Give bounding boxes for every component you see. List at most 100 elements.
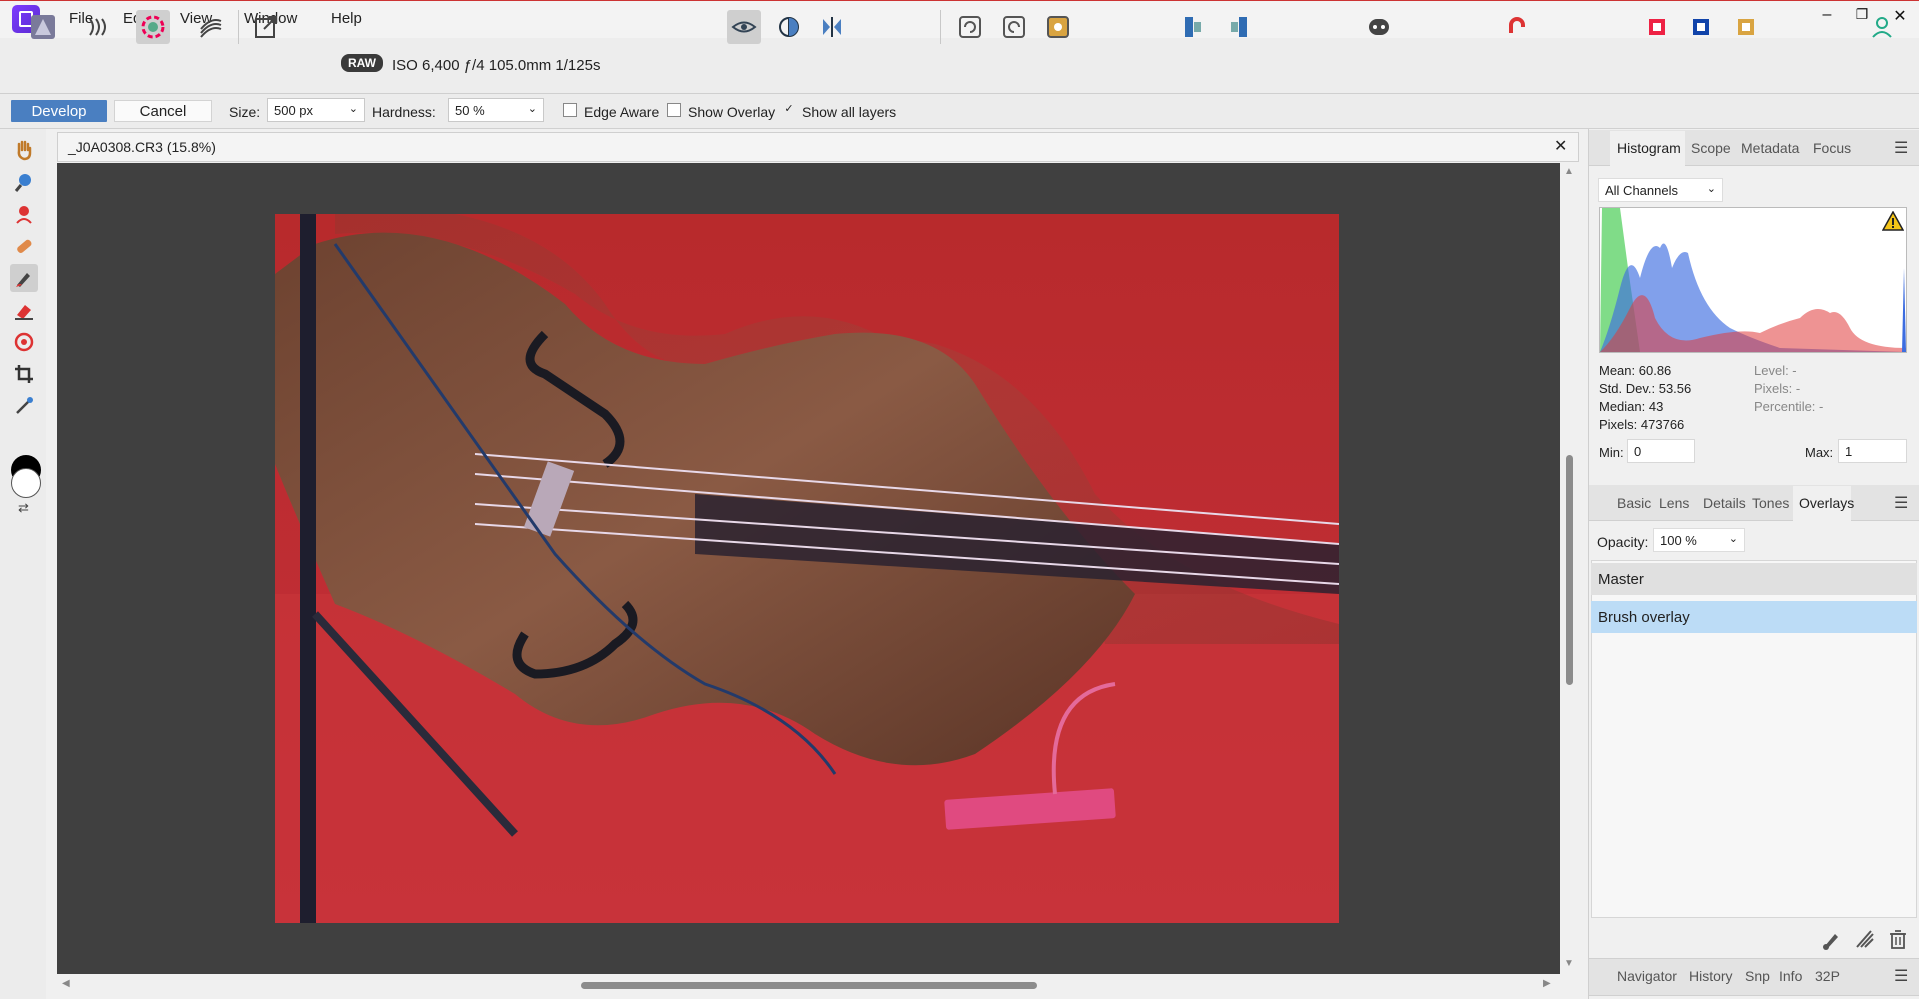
user-account-icon[interactable] <box>1865 10 1899 44</box>
channel-dropdown[interactable]: All Channels ⌄ <box>1598 178 1723 202</box>
liquify-persona-icon[interactable] <box>81 10 115 44</box>
develop-persona-icon[interactable] <box>136 10 170 44</box>
show-overlay-label: Show Overlay <box>688 104 776 120</box>
red-eye-tool-icon[interactable] <box>10 200 38 228</box>
photo-double-bass[interactable] <box>275 214 1339 923</box>
snapping-magnet-icon[interactable] <box>1500 10 1534 44</box>
show-all-layers-checkbox[interactable]: ✓ <box>782 103 796 117</box>
rotate-left-icon[interactable] <box>953 10 987 44</box>
export-persona-icon[interactable] <box>249 10 283 44</box>
tab-focus[interactable]: Focus <box>1813 140 1851 156</box>
add-brush-overlay-icon[interactable] <box>1820 928 1844 952</box>
main-toolbar <box>0 38 1919 94</box>
opacity-label: Opacity: <box>1597 534 1649 550</box>
min-input[interactable]: 0 <box>1627 439 1695 463</box>
blemish-removal-tool-icon[interactable] <box>10 232 38 260</box>
channel-value: All Channels <box>1605 183 1678 198</box>
crop-tool-icon[interactable] <box>10 360 38 388</box>
show-clipped-tones-icon[interactable] <box>1729 10 1763 44</box>
tab-scope[interactable]: Scope <box>1691 140 1731 156</box>
overlay-paint-tool-icon[interactable] <box>10 264 38 292</box>
stat-level: Level: - <box>1754 363 1797 378</box>
align-left-icon[interactable] <box>1176 10 1210 44</box>
reset-rotation-icon[interactable] <box>1041 10 1075 44</box>
document-tab[interactable] <box>57 132 1579 162</box>
stat-mean: Mean: 60.86 <box>1599 363 1672 378</box>
chevron-down-icon: ⌄ <box>1706 183 1716 195</box>
show-clipped-shadows-icon[interactable] <box>1684 10 1718 44</box>
stat-percentile: Percentile: - <box>1754 399 1824 414</box>
tab-lens[interactable]: Lens <box>1659 495 1689 511</box>
add-gradient-overlay-icon[interactable] <box>1853 928 1877 952</box>
max-label: Max: <box>1805 445 1834 460</box>
max-input[interactable]: 1 <box>1838 439 1907 463</box>
opacity-value: 100 % <box>1660 533 1697 548</box>
overlay-label: Brush overlay <box>1598 609 1690 626</box>
show-clipped-highlights-icon[interactable] <box>1640 10 1674 44</box>
develop-button[interactable]: Develop <box>11 100 107 122</box>
panel-menu-icon[interactable]: ☰ <box>1894 138 1908 158</box>
tab-32p[interactable]: 32P <box>1815 968 1840 984</box>
cancel-button[interactable]: Cancel <box>114 100 212 122</box>
tab-overlays[interactable]: Overlays <box>1799 495 1854 511</box>
show-all-layers-label: Show all layers <box>802 104 897 120</box>
overlay-item-master[interactable]: Master <box>1591 563 1917 595</box>
overlay-item-brush[interactable]: Brush overlay <box>1591 601 1917 633</box>
rotate-right-icon[interactable] <box>997 10 1031 44</box>
scroll-right-icon[interactable]: ▶ <box>1543 978 1551 989</box>
tab-navigator[interactable]: Navigator <box>1617 968 1677 984</box>
white-balance-tool-icon[interactable] <box>10 392 38 420</box>
tab-tones[interactable]: Tones <box>1752 495 1789 511</box>
tab-basic[interactable]: Basic <box>1617 495 1651 511</box>
delete-overlay-icon[interactable] <box>1886 928 1910 952</box>
chevron-down-icon: ⌄ <box>348 103 358 115</box>
histogram-graph <box>1599 207 1907 353</box>
zoom-tool-icon[interactable] <box>10 168 38 196</box>
panel-menu-icon[interactable]: ☰ <box>1894 966 1908 986</box>
tab-details[interactable]: Details <box>1703 495 1746 511</box>
view-original-eye-icon[interactable] <box>727 10 761 44</box>
secondary-color-swatch[interactable] <box>11 468 41 498</box>
tab-snapshots[interactable]: Snp <box>1745 968 1770 984</box>
view-hand-tool-icon[interactable] <box>10 136 38 164</box>
chevron-down-icon: ⌄ <box>1728 533 1738 545</box>
photo-persona-icon[interactable] <box>26 10 60 44</box>
tab-info[interactable]: Info <box>1779 968 1802 984</box>
align-right-icon[interactable] <box>1221 10 1255 44</box>
close-document-icon[interactable]: ✕ <box>1554 136 1567 156</box>
tab-histogram[interactable]: Histogram <box>1617 140 1681 156</box>
tab-history[interactable]: History <box>1689 968 1733 984</box>
scroll-up-icon[interactable]: ▲ <box>1564 166 1574 177</box>
scroll-down-icon[interactable]: ▼ <box>1564 958 1574 969</box>
hardness-dropdown[interactable]: 50 % ⌄ <box>448 98 544 122</box>
hardness-label: Hardness: <box>372 104 436 120</box>
exif-info: ISO 6,400 ƒ/4 105.0mm 1/125s <box>392 57 601 74</box>
edge-aware-label: Edge Aware <box>584 104 660 120</box>
overlay-label: Master <box>1598 571 1644 588</box>
scroll-left-icon[interactable]: ◀ <box>62 978 70 989</box>
hardness-value: 50 % <box>455 103 485 118</box>
show-overlay-checkbox[interactable] <box>667 103 681 117</box>
opacity-dropdown[interactable]: 100 % ⌄ <box>1653 528 1745 552</box>
warning-icon[interactable] <box>1881 210 1905 234</box>
panel-menu-icon[interactable]: ☰ <box>1894 493 1908 513</box>
stat-std-dev: Std. Dev.: 53.56 <box>1599 381 1692 396</box>
horizontal-scroll-thumb[interactable] <box>581 982 1037 989</box>
overlay-erase-tool-icon[interactable] <box>10 296 38 324</box>
overlay-gradient-tool-icon[interactable] <box>10 328 38 356</box>
menu-help[interactable]: Help <box>331 10 362 27</box>
vertical-scroll-thumb[interactable] <box>1566 455 1573 685</box>
tone-mapping-persona-icon[interactable] <box>194 10 228 44</box>
swap-colors-icon[interactable]: ⇄ <box>18 500 29 516</box>
min-label: Min: <box>1599 445 1624 460</box>
document-title: _J0A0308.CR3 (15.8%) <box>68 139 216 155</box>
chevron-down-icon: ⌄ <box>527 103 537 115</box>
edge-aware-checkbox[interactable] <box>563 103 577 117</box>
assistant-icon[interactable] <box>1362 10 1396 44</box>
mirror-view-icon[interactable] <box>815 10 849 44</box>
minimize-button[interactable]: – <box>1812 6 1842 24</box>
size-dropdown[interactable]: 500 px ⌄ <box>267 98 365 122</box>
tab-metadata[interactable]: Metadata <box>1741 140 1799 156</box>
split-view-icon[interactable] <box>772 10 806 44</box>
stat-pixels-selected: Pixels: - <box>1754 381 1801 396</box>
